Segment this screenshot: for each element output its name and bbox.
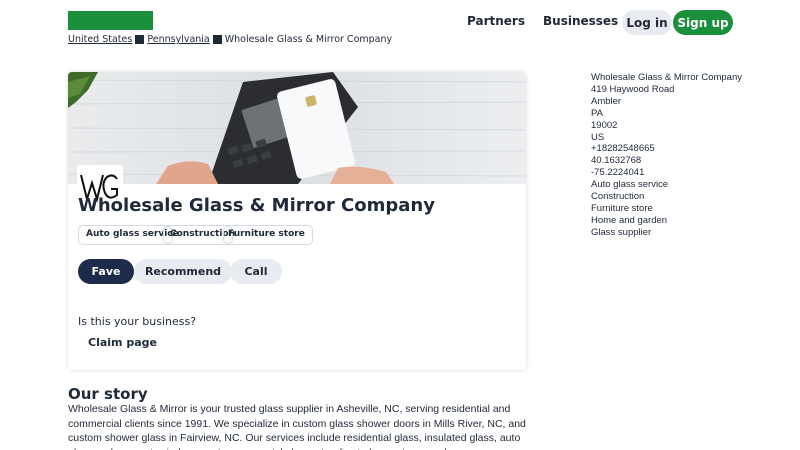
fave-button[interactable]: Fave [78,259,134,284]
breadcrumb-country[interactable]: United States [68,34,132,45]
detail-category: Construction [591,191,645,203]
detail-zip: 19002 [591,119,618,131]
site-logo[interactable] [68,11,153,30]
breadcrumb-separator-icon [135,35,145,44]
detail-name: Wholesale Glass & Mirror Company [591,72,742,83]
business-details-sidebar: Wholesale Glass & Mirror Company 419 Hay… [591,72,742,239]
detail-category: Furniture store [591,202,653,214]
nav-businesses[interactable]: Businesses [543,14,618,28]
nav-partners[interactable]: Partners [467,14,525,28]
breadcrumb-separator-icon [212,35,222,44]
login-button[interactable]: Log in [622,10,672,35]
breadcrumb-state[interactable]: Pennsylvania [147,34,209,45]
detail-latitude: 40.1632768 [591,155,642,167]
business-name: Wholesale Glass & Mirror Company [78,195,435,216]
detail-category: Home and garden [591,214,668,226]
signup-button[interactable]: Sign up [673,10,733,35]
detail-phone[interactable]: +18282548665 [591,143,742,155]
tag-furniture-store[interactable]: Furniture store [228,229,305,239]
detail-longitude: -75.2224041 [591,167,645,179]
call-button[interactable]: Call [230,259,282,284]
breadcrumb-current: Wholesale Glass & Mirror Company [224,34,393,45]
detail-city: Ambler [591,95,622,107]
detail-category: Glass supplier [591,226,652,238]
banner-image [68,72,526,184]
detail-category: Auto glass service [591,179,669,191]
payment-terminal-photo [68,72,526,184]
detail-state: PA [591,107,603,119]
our-story-text: Wholesale Glass & Mirror is your trusted… [68,403,526,450]
business-card: Wholesale Glass & Mirror Company Auto gl… [68,72,526,370]
our-story-heading: Our story [68,385,148,403]
category-tags: Auto glass service Construction Furnitur… [78,225,313,245]
detail-street: 419 Haywood Road [591,83,675,95]
claim-page-link[interactable]: Claim page [88,336,157,349]
breadcrumb: United States Pennsylvania Wholesale Gla… [68,34,392,45]
detail-country: US [591,131,605,143]
claim-question: Is this your business? [78,315,197,328]
recommend-button[interactable]: Recommend [134,259,232,284]
